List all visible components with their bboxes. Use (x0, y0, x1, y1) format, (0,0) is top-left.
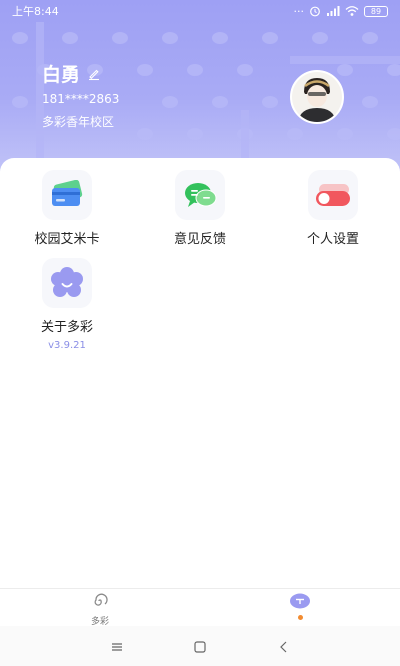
menu-item-campus-card[interactable]: 校园艾米卡 (12, 170, 122, 247)
menu-label: 意见反馈 (173, 232, 226, 247)
menu-label: 个人设置 (306, 232, 359, 247)
tab-home[interactable]: 多彩 (70, 593, 130, 627)
avatar[interactable] (290, 70, 344, 124)
hamburger-icon (112, 643, 122, 651)
profile-icon (290, 593, 310, 609)
card-icon (52, 180, 83, 206)
menu-icon-container (175, 170, 225, 220)
menu-panel: 校园艾米卡 意见反馈 个人设置 关于多彩 v3.9.21 (0, 158, 400, 588)
menu-label: 校园艾米卡 (34, 232, 100, 247)
alarm-icon (310, 6, 320, 17)
menu-icon-container (42, 170, 92, 220)
status-icons: ··· 89 (293, 4, 388, 18)
more-dots-icon: ··· (293, 4, 305, 18)
menu-item-settings[interactable]: 个人设置 (278, 170, 388, 247)
avatar-image (292, 72, 342, 122)
menu-item-feedback[interactable]: 意见反馈 (145, 170, 255, 247)
user-name-row[interactable]: 白勇 (42, 60, 101, 87)
user-campus: 多彩香年校区 (42, 115, 115, 129)
edit-icon[interactable] (87, 67, 101, 81)
menu-item-about[interactable]: 关于多彩 v3.9.21 (12, 258, 122, 351)
battery-indicator: 89 (364, 5, 388, 17)
active-tab-indicator (297, 615, 303, 620)
status-time: 上午8:44 (12, 5, 59, 18)
signal-icon (327, 6, 340, 16)
back-nav-button[interactable] (275, 638, 293, 656)
menu-label: 关于多彩 (40, 320, 93, 335)
home-nav-button[interactable] (191, 638, 209, 656)
tab-profile[interactable] (270, 593, 330, 620)
menu-nav-button[interactable] (108, 638, 126, 656)
wifi-icon (345, 6, 359, 16)
back-icon (280, 641, 287, 653)
square-icon (194, 641, 206, 653)
status-bar: 上午8:44 ··· 89 (0, 0, 400, 22)
toggle-icon (316, 184, 350, 206)
user-name: 白勇 (42, 64, 81, 86)
app-version: v3.9.21 (48, 340, 86, 351)
swirl-icon (94, 593, 108, 606)
profile-header: 上午8:44 ··· 89 白勇 181****2863 多彩香年校区 (0, 0, 400, 180)
user-phone: 181****2863 (42, 92, 120, 106)
bottom-tab-bar: 多彩 (0, 588, 400, 627)
chat-icon (185, 183, 217, 207)
menu-icon-container (308, 170, 358, 220)
system-nav-bar (0, 626, 400, 666)
menu-icon-container (42, 258, 92, 308)
flower-icon (51, 267, 83, 297)
